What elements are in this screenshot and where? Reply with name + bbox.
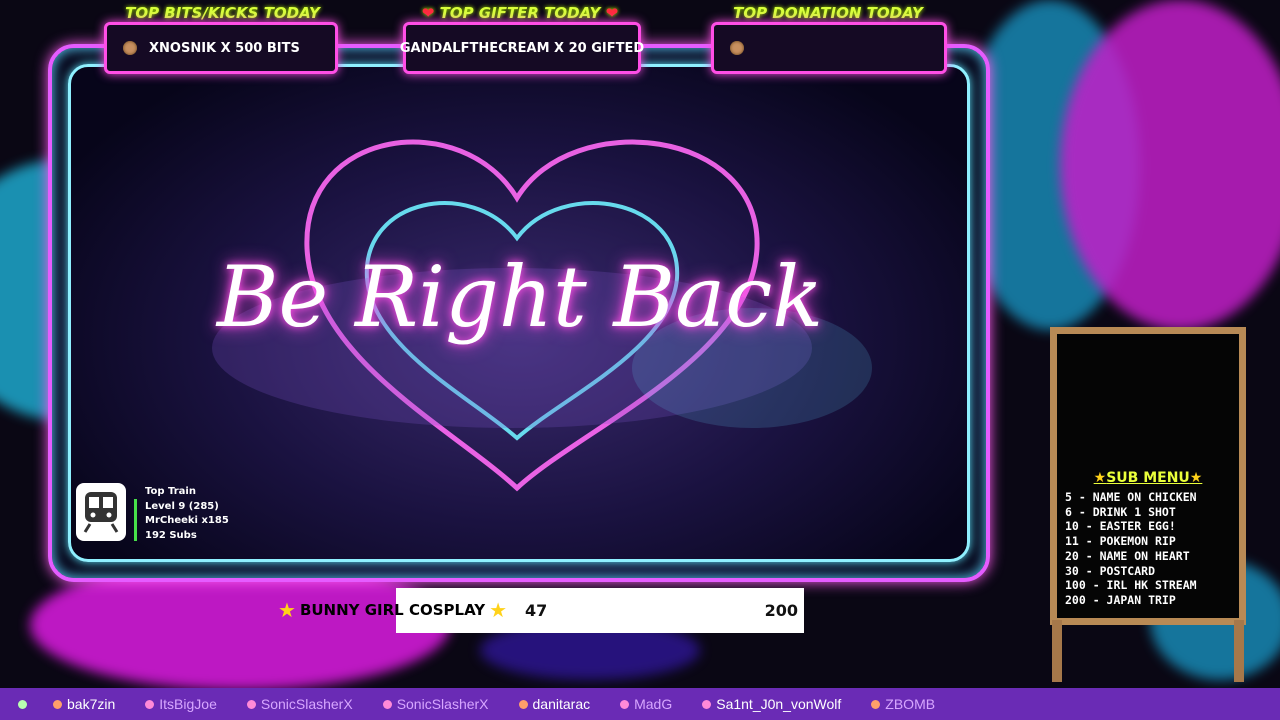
- top-gifter-title: ❤ TOP GIFTER TODAY ❤: [400, 2, 640, 24]
- top-donation-title: TOP DONATION TODAY: [733, 4, 923, 22]
- ticker-name: danitarac: [532, 696, 591, 712]
- goal-label-text: BUNNY GIRL COSPLAY: [299, 601, 486, 619]
- sub-menu-title-text: SUB MENU: [1106, 470, 1190, 486]
- ticker-name: SonicSlasherX: [260, 696, 353, 712]
- train-progress-bar: [134, 499, 137, 541]
- train-subs: 192 Subs: [145, 529, 197, 541]
- sub-menu-item: 20 - NAME ON HEART: [1065, 548, 1190, 563]
- top-gifter-panel: GANDALFTHECREAM X 20 GIFTED: [399, 22, 645, 74]
- sub-menu-item: 5 - NAME ON CHICKEN: [1065, 490, 1197, 504]
- sub-menu-item: 30 - POSTCARD: [1065, 563, 1156, 578]
- train-icon: [76, 483, 126, 541]
- goal-label: ★ BUNNY GIRL COSPLAY ★: [278, 588, 507, 633]
- ticker-item: SonicSlasherX: [246, 696, 353, 712]
- heart-coin-icon: [871, 699, 881, 709]
- ticker-name: Sa1nt_J0n_vonWolf: [716, 696, 842, 712]
- heart-icon: ❤: [421, 4, 435, 22]
- sub-menu-board: ★SUB MENU★ 5 - NAME ON CHICKEN 6 - DRINK…: [1050, 327, 1246, 625]
- sub-goal-bar: ★ BUNNY GIRL COSPLAY ★ 47 200: [278, 588, 804, 633]
- top-train-widget: Top Train Level 9 (285) MrCheeki x185 19…: [76, 483, 276, 543]
- sub-menu-title: ★SUB MENU★: [1057, 470, 1239, 486]
- sub-menu-item: 6 - DRINK 1 SHOT: [1065, 504, 1176, 519]
- ticker-name: bak7zin: [67, 696, 116, 712]
- recent-events-ticker: bak7zin ItsBigJoe SonicSlasherX SonicSla…: [0, 688, 1280, 720]
- ticker-item: danitarac: [518, 696, 591, 712]
- heart-icon: [246, 699, 256, 709]
- heart-icon: [702, 699, 712, 709]
- top-bits-title: TOP BITS/KICKS TODAY: [125, 4, 320, 22]
- brb-headline: Be Right Back: [216, 248, 824, 346]
- top-gifter-title-text: TOP GIFTER TODAY: [439, 4, 601, 22]
- ticker-item: Sa1nt_J0n_vonWolf: [702, 696, 841, 712]
- ticker-name: ZBOMB: [885, 696, 936, 712]
- sub-menu-item: 100 - IRL HK STREAM: [1065, 578, 1197, 593]
- heart-coin-icon: [518, 699, 528, 709]
- star-icon: ★: [278, 598, 296, 622]
- heart-coin-icon: [123, 41, 137, 55]
- board-leg-right: [1234, 620, 1244, 682]
- heart-icon: ❤: [605, 4, 619, 22]
- ticker-item: ZBOMB: [871, 696, 935, 712]
- top-bits-panel: XNOSNIK X 500 BITS: [104, 22, 338, 74]
- top-donation-panel: [711, 22, 947, 74]
- star-icon: ★: [1093, 470, 1107, 486]
- ticker-item: bak7zin: [53, 696, 115, 712]
- ticker-name: ItsBigJoe: [159, 696, 217, 712]
- heart-coin-icon: [53, 699, 62, 709]
- ticker-item: SonicSlasherX: [382, 696, 489, 712]
- ticker-item: ItsBigJoe: [145, 696, 217, 712]
- top-bits-value: XNOSNIK X 500 BITS: [149, 40, 300, 56]
- heart-icon: [145, 699, 155, 709]
- star-icon: ★: [489, 598, 508, 622]
- ticker-start-icon: [18, 699, 27, 709]
- sub-menu-item: 200 - JAPAN TRIP: [1065, 592, 1176, 607]
- heart-coin-icon: [730, 41, 744, 55]
- heart-icon: [620, 699, 630, 709]
- star-icon: ★: [1189, 470, 1203, 486]
- train-top-user: MrCheeki x185: [145, 515, 229, 526]
- sub-menu-list: 5 - NAME ON CHICKEN 6 - DRINK 1 SHOT 10 …: [1065, 490, 1197, 608]
- sub-menu-item: 11 - POKEMON RIP: [1065, 534, 1176, 549]
- goal-current: 47: [525, 601, 548, 620]
- top-gifter-value: GANDALFTHECREAM X 20 GIFTED: [399, 40, 645, 56]
- ticker-item: MadG: [620, 696, 672, 712]
- board-leg-left: [1052, 620, 1062, 682]
- heart-icon: [382, 699, 392, 709]
- ticker-name: SonicSlasherX: [396, 696, 489, 712]
- train-title: Top Train: [145, 486, 196, 497]
- goal-target: 200: [764, 601, 798, 620]
- sub-menu-item: 10 - EASTER EGG!: [1065, 519, 1176, 534]
- train-level: Level 9 (285): [145, 500, 219, 512]
- ticker-name: MadG: [634, 696, 673, 712]
